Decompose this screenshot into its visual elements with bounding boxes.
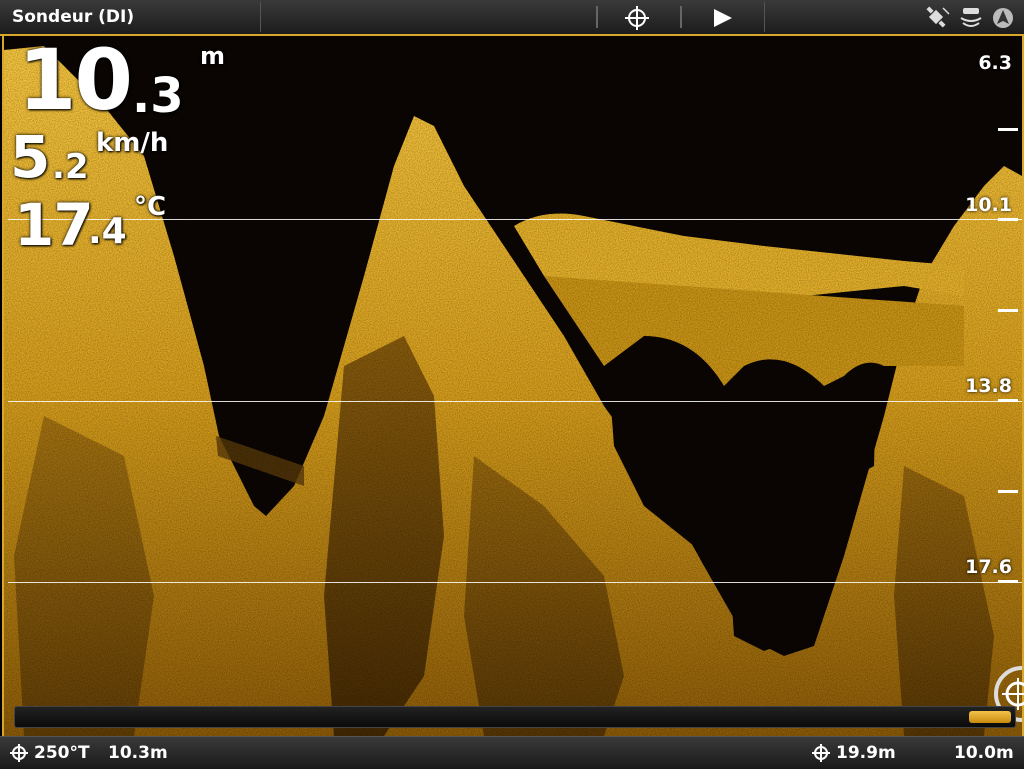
depth-gridline	[8, 401, 1022, 402]
depth-scale-tick	[998, 490, 1018, 493]
depth-scale-tick	[998, 399, 1018, 402]
play-icon[interactable]	[710, 6, 736, 30]
depth-readout-footer: 10.3m	[108, 743, 168, 763]
history-scroll-thumb[interactable]	[969, 711, 1011, 723]
gps-icon	[926, 6, 950, 28]
status-icons	[926, 6, 1013, 28]
crosshair-icon	[10, 744, 28, 762]
cursor-distance-readout: 19.9m	[836, 743, 896, 763]
speed-readout-decimal: .2	[52, 147, 89, 187]
heading-readout: 250°T	[34, 743, 90, 763]
depth-readout-decimal: .3	[132, 68, 184, 124]
crosshair-icon[interactable]	[624, 5, 650, 31]
divider	[260, 2, 261, 32]
depth-scale-label: 17.6	[965, 556, 1012, 578]
depth-readout-integer: 10	[18, 31, 133, 129]
depth-scale-label: 13.8	[965, 375, 1012, 397]
crosshair-icon	[812, 744, 830, 762]
depth-gridline	[8, 582, 1022, 583]
history-scrollbar[interactable]	[14, 706, 1016, 728]
speed-readout-integer: 5	[10, 123, 51, 191]
depth-scale-tick	[998, 309, 1018, 312]
speed-readout-unit: km/h	[96, 128, 169, 158]
bottom-status-bar: 250°T 10.3m 19.9m 10.0m	[0, 736, 1024, 769]
divider	[596, 6, 598, 28]
divider	[680, 6, 682, 28]
top-bar: Sondeur (DI)	[0, 0, 1024, 36]
temperature-readout-integer: 17	[14, 191, 94, 259]
temperature-readout-unit: °C	[134, 192, 167, 222]
depth-scale-label: 10.1	[965, 194, 1012, 216]
divider	[764, 2, 765, 32]
depth-scale-tick	[998, 580, 1018, 583]
range-readout: 10.0m	[954, 743, 1014, 763]
page-title: Sondeur (DI)	[12, 7, 135, 27]
temperature-readout-decimal: .4	[88, 211, 127, 252]
sonar-icon	[960, 8, 982, 27]
compass-icon	[993, 8, 1013, 28]
depth-scale-label: 6.3	[978, 52, 1012, 74]
depth-scale-tick	[998, 128, 1018, 131]
depth-scale-tick	[998, 218, 1018, 221]
depth-readout-unit: m	[200, 42, 226, 70]
